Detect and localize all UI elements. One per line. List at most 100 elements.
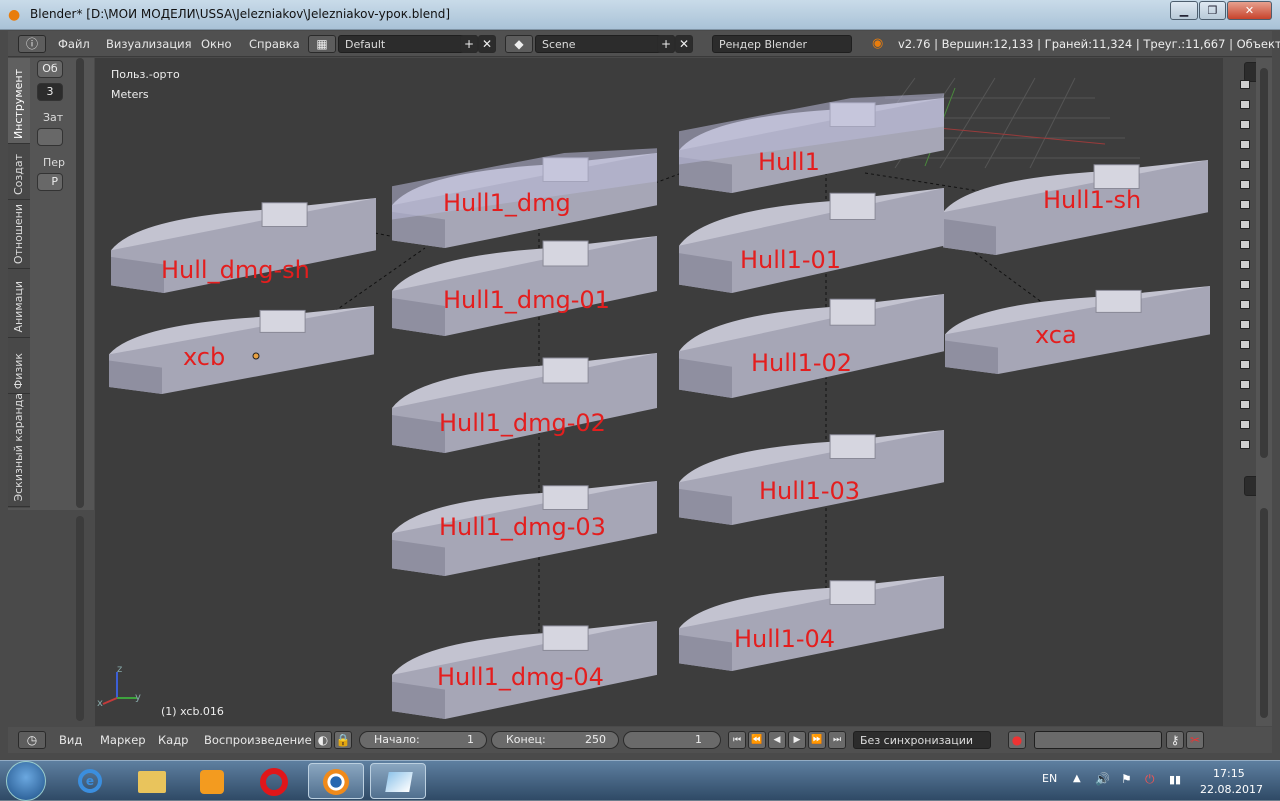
per-p-button[interactable]: P: [37, 173, 63, 191]
taskbar-explorer-icon[interactable]: [124, 763, 180, 799]
hull-mesh-hull1[interactable]: [679, 93, 944, 193]
outliner-eye-icon[interactable]: [1240, 380, 1250, 389]
tab-relations[interactable]: Отношени: [8, 201, 30, 269]
menu-file[interactable]: Файл: [58, 37, 90, 51]
maximize-button[interactable]: ❐: [1199, 1, 1226, 20]
remove-layout-icon[interactable]: ✕: [478, 35, 496, 53]
outliner-eye-icon[interactable]: [1240, 120, 1250, 129]
editor-type-info-icon[interactable]: ⓘ: [18, 35, 46, 53]
language-indicator[interactable]: EN: [1042, 772, 1057, 785]
menu-frame[interactable]: Кадр: [158, 733, 188, 747]
operator-panel-scrollbar[interactable]: [76, 516, 84, 721]
scene-field[interactable]: Scene: [535, 35, 675, 53]
hull-mesh-hull1-01[interactable]: [679, 188, 944, 293]
outliner-eye-icon[interactable]: [1240, 280, 1250, 289]
tab-create[interactable]: Создат: [8, 145, 30, 200]
axis-x-label: x: [97, 698, 103, 709]
label-hull1: Hull1: [758, 148, 820, 176]
outliner-eye-icon[interactable]: [1240, 320, 1250, 329]
value-stepper[interactable]: 3: [37, 83, 63, 101]
jump-keyframe-forward-icon[interactable]: ⏩: [808, 731, 826, 749]
outliner-eye-icon[interactable]: [1240, 340, 1250, 349]
menu-view[interactable]: Вид: [59, 733, 82, 747]
tab-grease-pencil[interactable]: Эскизный каранда: [8, 393, 30, 507]
zat-toggle[interactable]: [37, 128, 63, 146]
outliner-eye-icon[interactable]: [1240, 240, 1250, 249]
action-center-flag-icon[interactable]: ⚑: [1121, 772, 1132, 786]
outliner-eye-icon[interactable]: [1240, 200, 1250, 209]
outliner-eye-icon[interactable]: [1240, 180, 1250, 189]
tool-shelf-scrollbar[interactable]: [76, 58, 84, 508]
menu-playback[interactable]: Воспроизведение: [204, 733, 312, 747]
play-reverse-icon[interactable]: ◀: [768, 731, 786, 749]
right-scrollbar[interactable]: [1256, 58, 1272, 726]
taskbar-blender-icon[interactable]: [308, 763, 364, 799]
outliner-eye-icon[interactable]: [1240, 440, 1250, 449]
outliner-eye-icon[interactable]: [1240, 420, 1250, 429]
remove-scene-icon[interactable]: ✕: [675, 35, 693, 53]
play-icon[interactable]: ▶: [788, 731, 806, 749]
start-button[interactable]: [6, 761, 46, 801]
clock-date[interactable]: 22.08.2017: [1200, 783, 1263, 796]
taskbar-ie-icon[interactable]: e: [62, 763, 118, 799]
tab-tools[interactable]: Инструмент: [8, 58, 30, 144]
screen-layout-icon[interactable]: ▦: [308, 35, 336, 53]
outliner-eye-icon[interactable]: [1240, 400, 1250, 409]
jump-keyframe-back-icon[interactable]: ⏪: [748, 731, 766, 749]
object-button[interactable]: Об: [37, 60, 63, 78]
outliner-eye-icon[interactable]: [1240, 360, 1250, 369]
outliner-scroll-thumb[interactable]: [1260, 68, 1268, 458]
network-icon[interactable]: ▮▮: [1169, 773, 1181, 786]
hull-mesh-xca[interactable]: [945, 286, 1210, 374]
screen-layout-field[interactable]: Default: [338, 35, 478, 53]
outliner-eye-icon[interactable]: [1240, 80, 1250, 89]
outliner-eye-icon[interactable]: [1240, 100, 1250, 109]
hull-mesh-hull1-dmg-02[interactable]: [392, 353, 657, 453]
hull-mesh-xcb[interactable]: [109, 306, 374, 394]
power-icon[interactable]: ⏻: [1145, 772, 1155, 787]
clock-time[interactable]: 17:15: [1213, 767, 1245, 780]
close-button[interactable]: ✕: [1227, 1, 1272, 20]
end-frame-field[interactable]: Конец: 250: [491, 731, 619, 749]
outliner-eye-icon[interactable]: [1240, 300, 1250, 309]
hull-mesh-hull1-04[interactable]: [679, 576, 944, 671]
properties-scroll-thumb[interactable]: [1260, 508, 1268, 718]
record-icon[interactable]: ●: [1008, 731, 1026, 749]
tab-physics[interactable]: Физик: [8, 339, 30, 394]
scene-icon[interactable]: ◆: [505, 35, 533, 53]
scene-stats: v2.76 | Вершин:12,133 | Граней:11,324 | …: [898, 37, 1280, 51]
outliner-eye-icon[interactable]: [1240, 160, 1250, 169]
scene-canvas[interactable]: Hull_dmg-sh Hull1_dmg Hull1 Hull1-sh xcb Hull…: [95, 58, 1223, 726]
minimize-button[interactable]: ▁: [1170, 1, 1198, 20]
taskbar-paint-icon[interactable]: [370, 763, 426, 799]
axis-gizmo: [102, 672, 137, 705]
lock-icon[interactable]: 🔒: [334, 731, 352, 749]
taskbar-opera-icon[interactable]: [246, 763, 302, 799]
menu-marker[interactable]: Маркер: [100, 733, 146, 747]
outliner-eye-icon[interactable]: [1240, 220, 1250, 229]
keying-set-field[interactable]: [1034, 731, 1162, 749]
preview-range-icon[interactable]: ◐: [314, 731, 332, 749]
add-scene-icon[interactable]: +: [657, 35, 675, 53]
menu-render[interactable]: Визуализация: [106, 37, 192, 51]
editor-type-timeline-icon[interactable]: ◷: [18, 731, 46, 749]
add-layout-icon[interactable]: +: [460, 35, 478, 53]
taskbar-media-icon[interactable]: [184, 763, 240, 799]
sync-dropdown[interactable]: Без синхронизации: [853, 731, 991, 749]
show-hidden-icons[interactable]: ▲: [1073, 773, 1081, 784]
insert-keyframe-icon[interactable]: ⚷: [1166, 731, 1184, 749]
current-frame-field[interactable]: 1: [623, 731, 721, 749]
delete-keyframe-icon[interactable]: ✂: [1186, 731, 1204, 749]
tab-animation[interactable]: Анимаци: [8, 270, 30, 338]
hull-mesh-hull1-02[interactable]: [679, 294, 944, 398]
render-engine-dropdown[interactable]: Рендер Blender: [712, 35, 852, 53]
jump-end-icon[interactable]: ⏭: [828, 731, 846, 749]
outliner-eye-icon[interactable]: [1240, 260, 1250, 269]
jump-start-icon[interactable]: ⏮: [728, 731, 746, 749]
menu-help[interactable]: Справка: [249, 37, 300, 51]
volume-icon[interactable]: 🔊: [1095, 772, 1110, 786]
outliner-eye-icon[interactable]: [1240, 140, 1250, 149]
start-frame-field[interactable]: Начало: 1: [359, 731, 487, 749]
menu-window[interactable]: Окно: [201, 37, 232, 51]
3d-viewport[interactable]: Hull_dmg-sh Hull1_dmg Hull1 Hull1-sh xcb Hull…: [95, 58, 1223, 726]
